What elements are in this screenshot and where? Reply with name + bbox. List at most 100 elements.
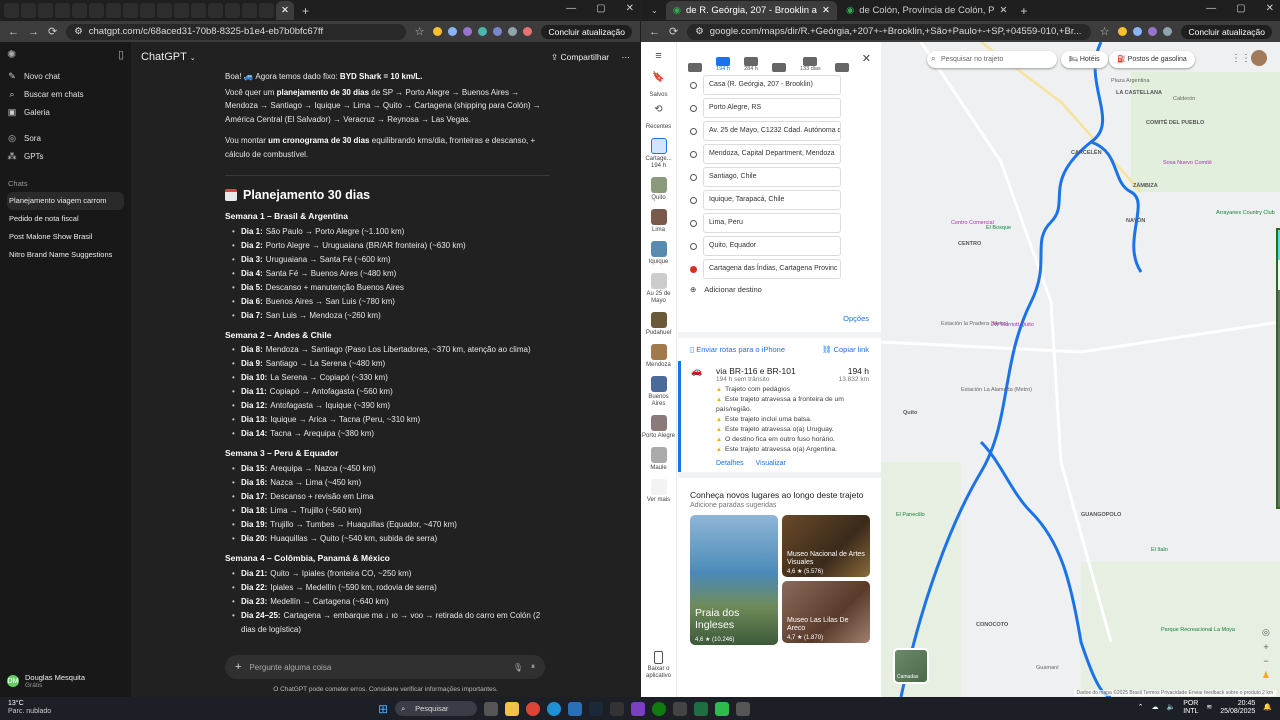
extension-icon[interactable]	[523, 27, 533, 36]
url-field[interactable]: ⚙ chatgpt.com/c/68aced31-70b8-8325-b1e4-…	[66, 23, 406, 40]
more-icon[interactable]: ⋯	[622, 52, 631, 62]
map-label[interactable]: Centro Comercial	[951, 220, 994, 226]
task-view-icon[interactable]	[484, 701, 499, 716]
voice-mode-icon[interactable]: ⏸	[531, 662, 535, 672]
bookmark-star-icon[interactable]: ☆	[415, 25, 425, 38]
extension-icon[interactable]	[478, 27, 488, 36]
sidebar-item-gpts[interactable]: ⁂ GPTs	[7, 147, 124, 165]
close-icon[interactable]: ✕	[1266, 3, 1274, 14]
options-button[interactable]: Opções	[690, 314, 869, 323]
map-label[interactable]: CARCELÉN	[1071, 150, 1102, 156]
notifications-icon[interactable]: 🔔	[1263, 704, 1272, 712]
rail-item[interactable]: Au 25 de Mayo	[642, 273, 676, 305]
stop-input[interactable]: Porto Alegre, RS	[703, 98, 841, 118]
place-card[interactable]: Museo Nacional de Artes Visuales 4,6 ★ (…	[782, 515, 870, 577]
map-label[interactable]: Arrayanes Country Club	[1216, 210, 1275, 216]
file-explorer-icon[interactable]	[505, 701, 520, 716]
place-card[interactable]: Museo Las Lilas De Areco 4,7 ★ (1.870)	[782, 581, 870, 643]
route-option[interactable]: 🚗 via BR-116 e BR-101 194 h 194 h sem trâ…	[678, 361, 881, 472]
tab-search-icon[interactable]: ⌄	[645, 6, 664, 15]
map-label[interactable]: Parque Recreacional La Moya	[1161, 627, 1235, 633]
my-location-icon[interactable]: ◎	[1262, 627, 1270, 638]
menu-icon[interactable]: ≡	[655, 50, 661, 62]
map-label[interactable]: LA CASTELLANA	[1116, 90, 1162, 96]
microphone-icon[interactable]: 🎙	[513, 663, 523, 672]
map-canvas[interactable]: Pesquisar no trajeto ⌕ 🛏 Hotéis ⛽ Postos…	[881, 42, 1280, 697]
map-label[interactable]: Sosa Nuevo Comité	[1163, 160, 1212, 166]
stop-input[interactable]: Santiago, Chile	[703, 167, 841, 187]
mode-route-recommended-icon[interactable]	[688, 63, 702, 72]
map-label[interactable]: CENTRO	[958, 241, 981, 247]
extension-icon[interactable]	[433, 27, 443, 36]
mode-transit-icon[interactable]	[772, 63, 786, 72]
preview-link[interactable]: Visualizar	[756, 460, 786, 467]
reload-icon[interactable]: ⟳	[669, 25, 678, 38]
openai-logo-icon[interactable]: ✺	[7, 48, 16, 61]
zoom-out-icon[interactable]: −	[1263, 656, 1268, 666]
close-icon[interactable]: ✕	[626, 3, 634, 14]
volume-icon[interactable]: 🔈	[1166, 704, 1175, 712]
extension-icon[interactable]	[508, 27, 518, 36]
back-icon[interactable]: ←	[649, 26, 660, 38]
extension-icon[interactable]	[1118, 27, 1128, 36]
url-field[interactable]: ⚙ google.com/maps/dir/R.+Geórgia,+207+-+…	[687, 23, 1091, 40]
browser-tab[interactable]	[174, 3, 189, 18]
rail-item[interactable]: Quito	[642, 177, 676, 202]
share-button[interactable]: ⇪ Compartilhar ⋯	[551, 52, 630, 63]
browser-tab[interactable]	[38, 3, 53, 18]
weather-widget[interactable]: 13°C Parc. nublado	[8, 700, 51, 716]
chrome-icon[interactable]	[526, 701, 541, 716]
wifi-icon[interactable]: ≋	[1206, 704, 1212, 712]
layers-button[interactable]: Camadas	[893, 648, 929, 684]
map-label[interactable]: Calderón	[1173, 96, 1195, 102]
browser-tab[interactable]	[242, 3, 257, 18]
rail-item[interactable]: Maule	[642, 447, 676, 472]
rail-item[interactable]: Pudahuel	[642, 312, 676, 337]
tab-close-icon[interactable]: ✕	[999, 5, 1007, 16]
update-button[interactable]: Concluir atualização	[1181, 24, 1272, 39]
rail-item[interactable]: Ver mais	[642, 479, 676, 504]
stop-input[interactable]: Mendoza, Capital Department, Mendoza	[703, 144, 841, 164]
app-icon[interactable]	[673, 701, 688, 716]
apps-grid-icon[interactable]: ⋮⋮	[1231, 53, 1251, 64]
extension-icon[interactable]	[1148, 27, 1158, 36]
site-info-icon[interactable]: ⚙	[695, 26, 704, 37]
chat-history-item[interactable]: Nitro Brand Name Suggestions	[7, 246, 124, 264]
rail-item[interactable]: Lima	[642, 209, 676, 234]
sidebar-item-buscar-em-chats[interactable]: ⌕ Buscar em chats	[7, 85, 124, 103]
map-label[interactable]: COMITÉ DEL PUEBLO	[1146, 120, 1204, 126]
plus-icon[interactable]: +	[235, 661, 241, 673]
place-card[interactable]: Praia dos Ingleses 4,6 ★ (10.246)	[690, 515, 778, 645]
input-language[interactable]: POR INTL	[1183, 700, 1198, 716]
profile-avatar[interactable]	[1251, 50, 1267, 66]
sidebar-item-galeria[interactable]: ▣ Galeria	[7, 103, 124, 121]
steam-icon[interactable]	[589, 701, 604, 716]
sidebar-item-novo-chat[interactable]: ✎ Novo chat	[7, 67, 124, 85]
mode-bike-icon[interactable]: 284 h	[744, 57, 758, 72]
map-label[interactable]: Plaza Argentina	[1111, 78, 1150, 84]
back-icon[interactable]: ←	[8, 26, 19, 38]
windows-start-icon[interactable]: ⊞	[378, 702, 388, 716]
browser-tab[interactable]	[157, 3, 172, 18]
stop-input[interactable]: Av. 25 de Mayo, C1232 Cdad. Autónoma d	[703, 121, 841, 141]
tab-close-icon[interactable]: ✕	[822, 5, 830, 16]
sidebar-toggle-icon[interactable]: ▯	[118, 48, 124, 61]
calculator-icon[interactable]	[736, 701, 751, 716]
extension-icon[interactable]	[1163, 27, 1173, 36]
maximize-icon[interactable]: ▢	[596, 3, 605, 14]
edge-icon[interactable]	[547, 701, 562, 716]
tab-maps-colon[interactable]: ◉ de Colón, Província de Colón, P ✕	[839, 1, 1014, 20]
chat-history-item[interactable]: Post Malone Show Brasil	[7, 228, 124, 246]
rail-item[interactable]: Buenos Aires	[642, 376, 676, 408]
browser-tab[interactable]	[21, 3, 36, 18]
stop-input[interactable]: Iquique, Tarapacá, Chile	[703, 190, 841, 210]
browser-tab[interactable]	[89, 3, 104, 18]
download-app[interactable]: Baixar o aplicativo	[642, 651, 676, 680]
app-icon[interactable]	[568, 701, 583, 716]
bookmark-star-icon[interactable]: ☆	[1100, 25, 1110, 38]
site-info-icon[interactable]: ⚙	[74, 26, 83, 37]
tab-maps-route[interactable]: ◉ de R. Geórgia, 207 - Brooklin a ✕	[665, 1, 837, 20]
network-icon[interactable]: ☁	[1151, 704, 1158, 712]
stop-input[interactable]: Lima, Peru	[703, 213, 841, 233]
map-label[interactable]: Guamaní	[1036, 665, 1059, 671]
